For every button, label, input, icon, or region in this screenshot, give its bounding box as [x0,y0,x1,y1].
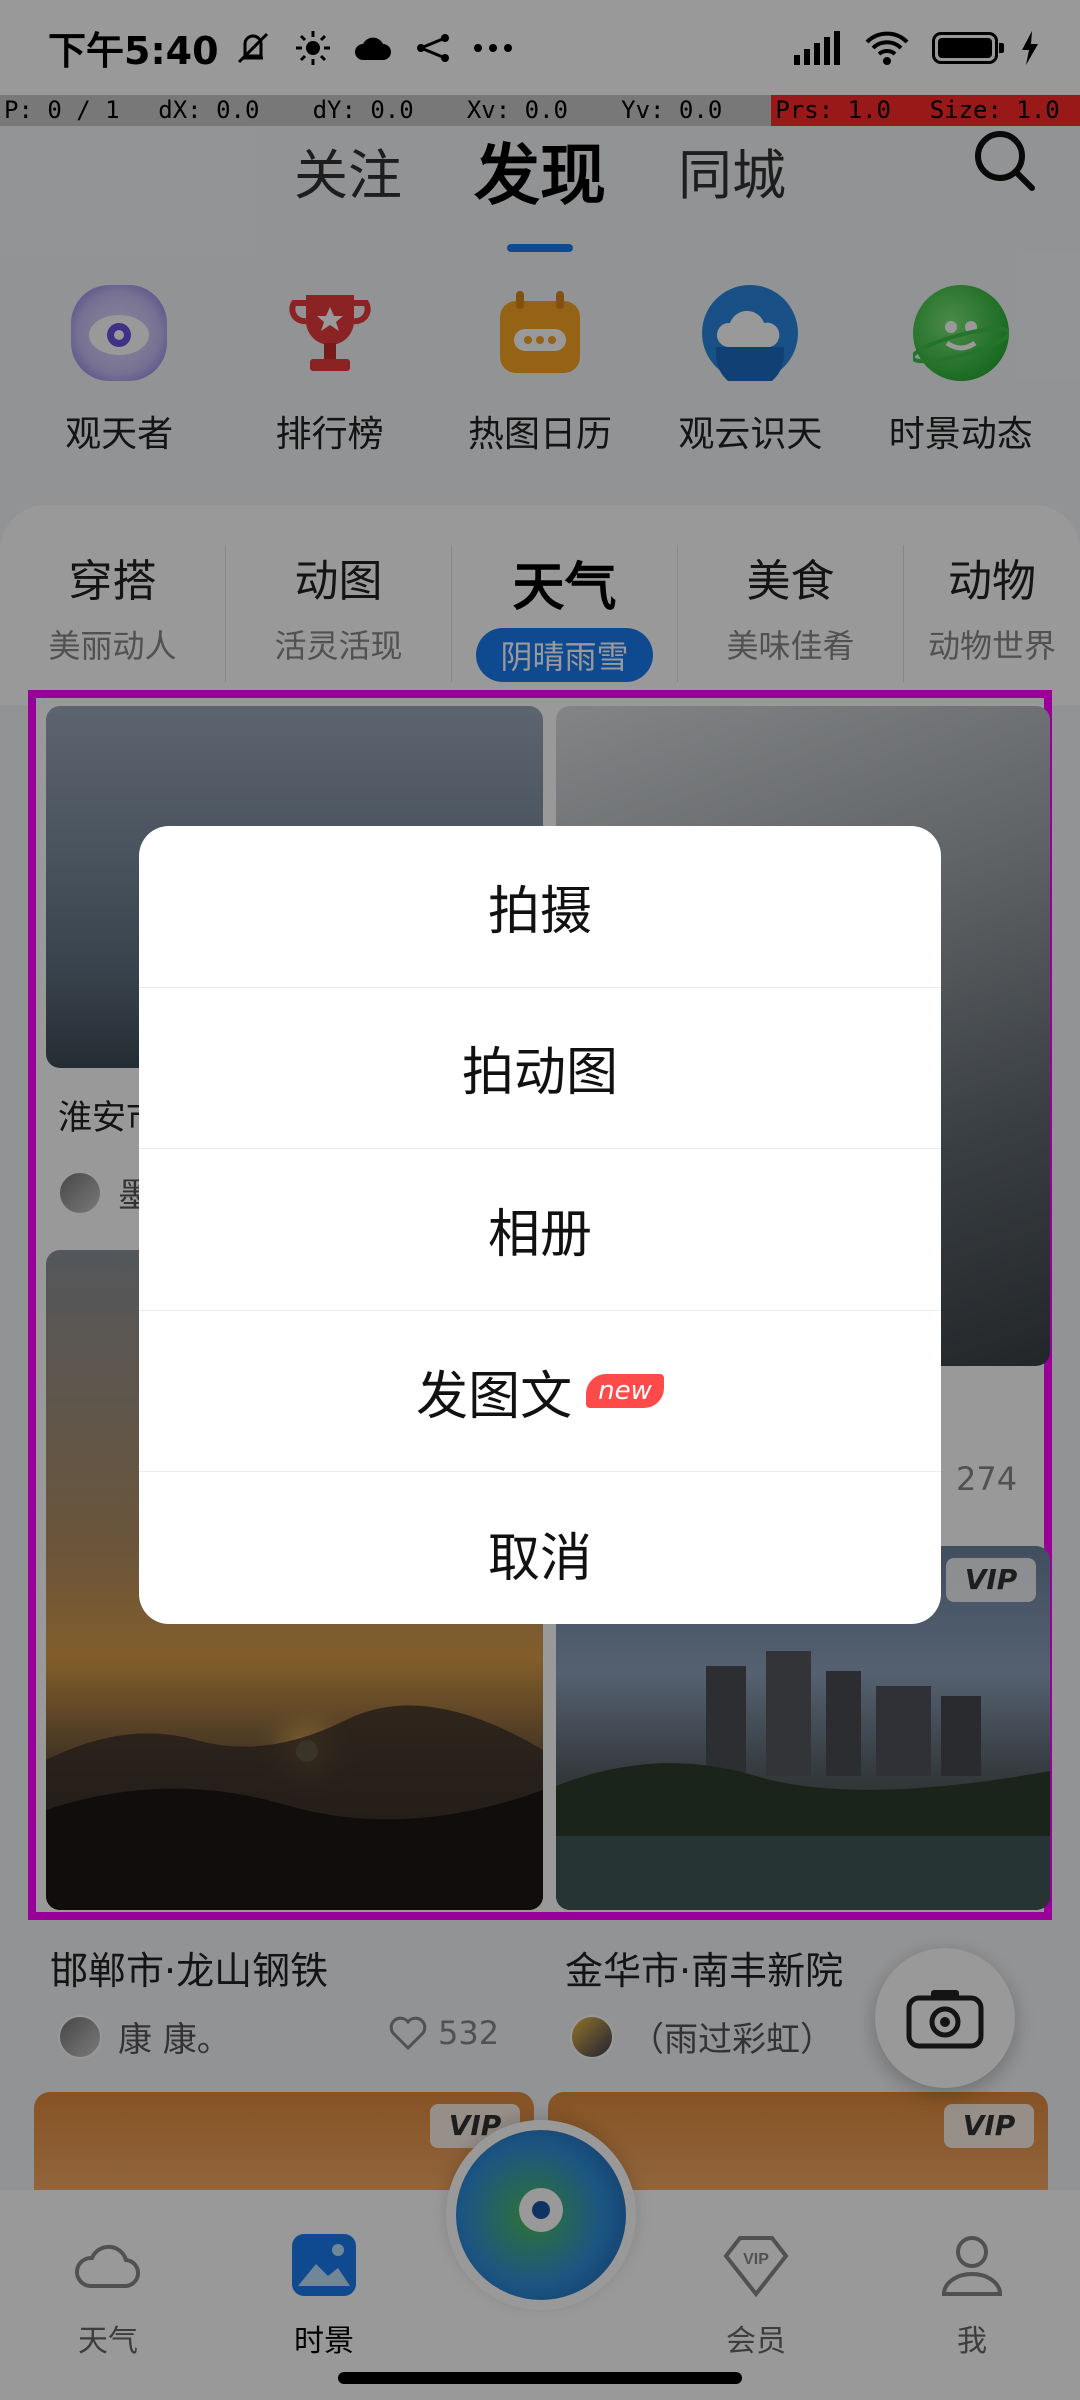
option-label: 取消 [487,1528,592,1589]
home-indicator[interactable] [338,2372,742,2384]
action-sheet: 拍摄 拍动图 相册 发图文 new 取消 [139,826,941,1624]
option-cancel[interactable]: 取消 [139,1472,941,1624]
new-badge: new [586,1374,664,1409]
option-label: 相册 [487,1204,592,1265]
option-label: 发图文 [416,1366,573,1427]
option-label: 拍摄 [487,881,592,942]
option-label: 拍动图 [461,1043,618,1104]
option-album[interactable]: 相册 [139,1149,941,1311]
option-shoot[interactable]: 拍摄 [139,826,941,988]
option-post-text[interactable]: 发图文 new [139,1311,941,1473]
option-shoot-gif[interactable]: 拍动图 [139,988,941,1150]
